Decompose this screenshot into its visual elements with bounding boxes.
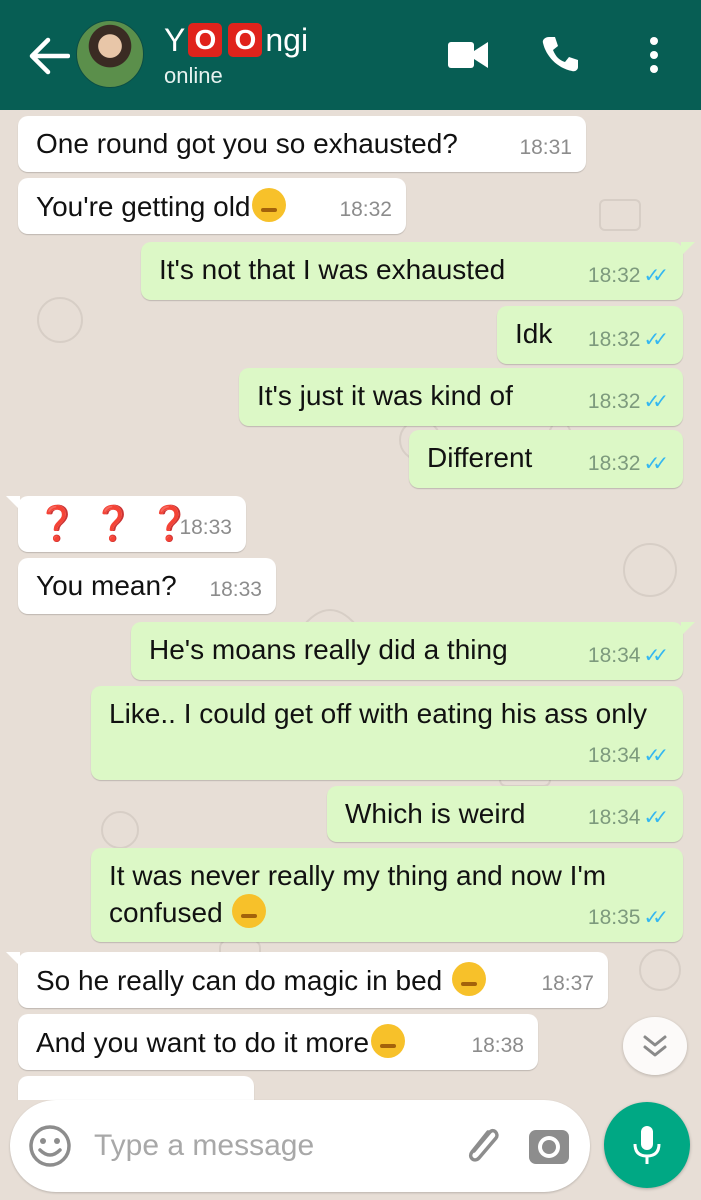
- message-time: 18:32: [587, 390, 641, 413]
- message-bubble-outgoing[interactable]: It's just it was kind of 18:32 ✓✓: [239, 368, 683, 426]
- message-input[interactable]: [94, 1122, 434, 1170]
- message-bubble-incoming[interactable]: One round got you so exhausted? 18:31: [18, 116, 586, 172]
- message-text: He's moans really did a thing: [149, 634, 508, 665]
- message-bubble-outgoing[interactable]: Like.. I could get off with eating his a…: [91, 686, 683, 780]
- message-text: It's just it was kind of: [257, 380, 513, 411]
- message-bubble-outgoing[interactable]: Different 18:32 ✓✓: [409, 430, 683, 488]
- message-composer: [10, 1100, 590, 1192]
- thinking-face-emoji: [232, 894, 267, 928]
- attach-icon[interactable]: [458, 1122, 506, 1170]
- message-time: 18:35: [587, 906, 641, 929]
- microphone-icon: [633, 1126, 661, 1164]
- back-arrow-icon[interactable]: [28, 36, 70, 76]
- camera-icon[interactable]: [526, 1124, 572, 1168]
- message-text: One round got you so exhausted?: [36, 128, 458, 159]
- double-chevron-down-icon: [643, 1035, 667, 1057]
- contact-name-o-emoji: O: [188, 23, 223, 57]
- message-text: So he really can do magic in bed: [36, 965, 443, 996]
- message-time: 18:34: [587, 644, 641, 667]
- message-time: 18:38: [471, 1034, 524, 1057]
- message-bubble-incoming[interactable]: So he really can do magic in bed 18:37: [6, 952, 608, 1008]
- message-time: 18:32: [587, 264, 641, 287]
- message-bubble-incoming[interactable]: You're getting old 18:32: [18, 178, 406, 234]
- message-text: Idk: [515, 318, 553, 349]
- contact-name-suffix: ngi: [265, 21, 309, 58]
- message-time: 18:37: [541, 972, 594, 995]
- message-text: And you want to do it more: [36, 1027, 370, 1058]
- smirking-face-emoji: [371, 1024, 406, 1058]
- contact-name-o-emoji: O: [228, 23, 263, 57]
- message-text: It was never really my thing and now I'm…: [109, 860, 607, 928]
- voice-message-button[interactable]: [604, 1102, 690, 1188]
- message-time: 18:32: [339, 198, 392, 221]
- message-time: 18:33: [179, 516, 232, 539]
- read-ticks-icon: ✓✓: [643, 807, 668, 829]
- voice-call-icon[interactable]: [540, 34, 580, 74]
- more-options-icon[interactable]: [646, 36, 662, 76]
- message-bubble-outgoing[interactable]: Which is weird 18:34 ✓✓: [327, 786, 683, 842]
- chat-header: Y O O ngi online: [0, 0, 701, 110]
- older-person-emoji: [252, 188, 287, 222]
- message-text: Which is weird: [345, 798, 526, 829]
- message-time: 18:32: [587, 452, 641, 475]
- video-call-icon[interactable]: [448, 40, 488, 70]
- read-ticks-icon: ✓✓: [643, 453, 668, 475]
- message-bubble-outgoing[interactable]: Idk 18:32 ✓✓: [497, 306, 683, 364]
- message-bubble-incoming[interactable]: And you want to do it more 18:38: [18, 1014, 538, 1070]
- read-ticks-icon: ✓✓: [643, 329, 668, 351]
- message-text: Different: [427, 442, 533, 473]
- message-time: 18:33: [209, 578, 262, 601]
- contact-name-prefix: Y: [164, 21, 186, 58]
- message-time: 18:34: [587, 744, 641, 767]
- message-time: 18:34: [587, 806, 641, 829]
- chat-area[interactable]: One round got you so exhausted? 18:31 Yo…: [0, 110, 701, 1100]
- contact-avatar[interactable]: [76, 20, 144, 88]
- message-bubble-incoming-partial[interactable]: [18, 1076, 254, 1100]
- message-time: 18:32: [587, 328, 641, 351]
- message-text: It's not that I was exhausted: [159, 254, 506, 285]
- read-ticks-icon: ✓✓: [643, 745, 668, 767]
- contact-status: online: [164, 63, 223, 88]
- message-text: Like.. I could get off with eating his a…: [109, 698, 648, 729]
- read-ticks-icon: ✓✓: [643, 265, 668, 287]
- message-time: 18:31: [519, 136, 572, 159]
- message-text: You're getting old: [36, 191, 251, 222]
- read-ticks-icon: ✓✓: [643, 391, 668, 413]
- message-bubble-incoming[interactable]: ❓❓❓ 18:33: [6, 496, 246, 552]
- read-ticks-icon: ✓✓: [643, 907, 668, 929]
- scroll-to-bottom-button[interactable]: [623, 1017, 687, 1075]
- message-bubble-outgoing[interactable]: It was never really my thing and now I'm…: [91, 848, 683, 942]
- contact-info[interactable]: Y O O ngi online: [164, 20, 308, 89]
- message-bubble-incoming[interactable]: You mean? 18:33: [18, 558, 276, 614]
- message-text: You mean?: [36, 570, 177, 601]
- read-ticks-icon: ✓✓: [643, 645, 668, 667]
- contact-name: Y O O ngi: [164, 20, 308, 60]
- smirking-face-emoji: [452, 962, 487, 996]
- message-bubble-outgoing[interactable]: It's not that I was exhausted 18:32 ✓✓: [141, 242, 695, 300]
- emoji-icon[interactable]: [28, 1124, 72, 1168]
- message-bubble-outgoing[interactable]: He's moans really did a thing 18:34 ✓✓: [131, 622, 695, 680]
